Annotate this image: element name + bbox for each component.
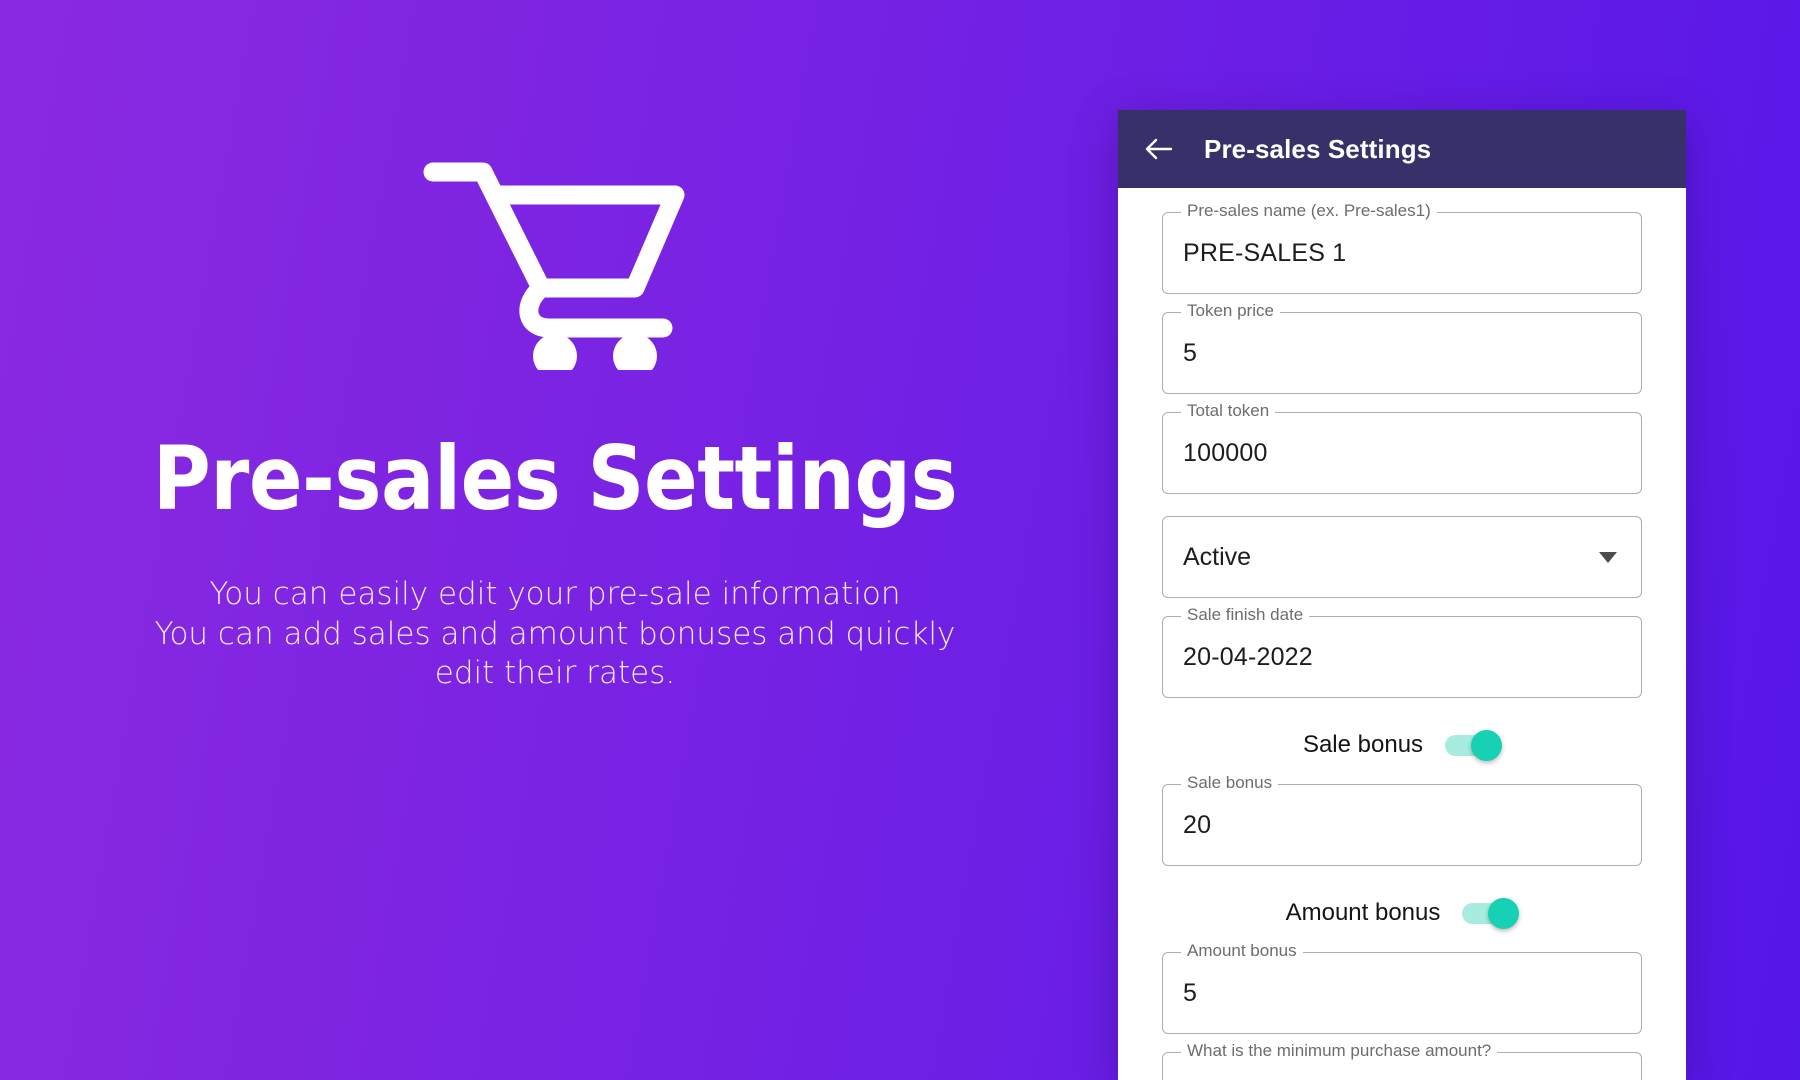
amount-bonus-toggle[interactable] [1462,898,1520,929]
page-subtitle: You can easily edit your pre-sale inform… [155,575,956,694]
sale-bonus-field[interactable]: Sale bonus 20 [1162,774,1642,866]
sale-bonus-toggle[interactable] [1445,730,1503,761]
sale-bonus-value: 20 [1183,810,1212,839]
amount-bonus-toggle-row: Amount bonus [1162,892,1642,934]
amount-bonus-field[interactable]: Amount bonus 5 [1162,942,1642,1034]
presales-name-value: PRE-SALES 1 [1183,238,1347,267]
total-token-field[interactable]: Total token 100000 [1162,402,1642,494]
amount-bonus-toggle-label: Amount bonus [1285,899,1441,926]
subtitle-line-2: You can add sales and amount bonuses and… [154,615,956,652]
minimum-purchase-label: What is the minimum purchase amount? [1181,1042,1498,1059]
settings-form: Pre-sales name (ex. Pre-sales1) PRE-SALE… [1118,188,1686,1080]
shopping-cart-icon [405,150,705,380]
hero-section: Pre-sales Settings You can easily edit y… [0,0,1110,1080]
sale-finish-date-value: 20-04-2022 [1183,642,1313,671]
sale-bonus-label: Sale bonus [1181,774,1279,791]
subtitle-line-1: You can easily edit your pre-sale inform… [209,576,901,612]
amount-bonus-toggle-thumb [1488,898,1520,929]
token-price-field[interactable]: Token price 5 [1162,302,1642,394]
phone-preview-panel: Pre-sales Settings Pre-sales name (ex. P… [1118,110,1686,1080]
total-token-value: 100000 [1183,438,1268,467]
minimum-purchase-field[interactable]: What is the minimum purchase amount? [1162,1042,1642,1080]
sale-bonus-toggle-row: Sale bonus [1162,724,1642,766]
sale-bonus-toggle-thumb [1471,730,1503,761]
sale-finish-date-label: Sale finish date [1181,606,1310,623]
token-price-value: 5 [1183,338,1198,367]
page-title: Pre-sales Settings [152,427,958,530]
total-token-label: Total token [1181,402,1276,419]
presales-name-field[interactable]: Pre-sales name (ex. Pre-sales1) PRE-SALE… [1162,202,1642,294]
status-select-value: Active [1183,542,1252,571]
sale-finish-date-field[interactable]: Sale finish date 20-04-2022 [1162,606,1642,698]
token-price-label: Token price [1181,302,1280,319]
amount-bonus-value: 5 [1183,978,1198,1007]
status-select[interactable]: Active [1162,516,1642,598]
app-bar-title: Pre-sales Settings [1204,133,1432,164]
arrow-left-icon[interactable] [1144,134,1174,164]
presales-name-label: Pre-sales name (ex. Pre-sales1) [1181,202,1437,219]
amount-bonus-label: Amount bonus [1181,942,1303,959]
sale-bonus-toggle-label: Sale bonus [1302,731,1424,758]
chevron-down-icon[interactable] [1599,551,1617,563]
subtitle-line-3: edit their rates. [434,655,676,692]
app-bar: Pre-sales Settings [1118,110,1686,188]
